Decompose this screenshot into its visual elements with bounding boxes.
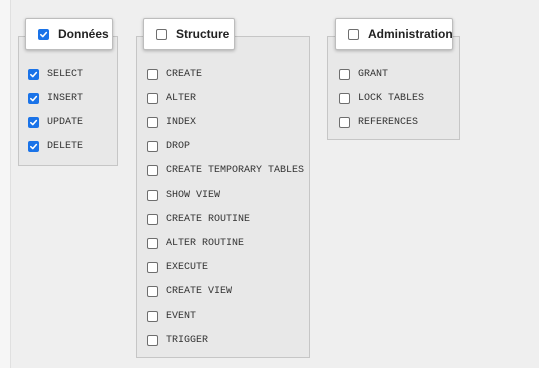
- privilege-item[interactable]: CREATE ROUTINE: [147, 212, 250, 226]
- privilege-item[interactable]: CREATE VIEW: [147, 285, 232, 299]
- privilege-label: LOCK TABLES: [358, 92, 425, 104]
- privilege-label: EXECUTE: [166, 262, 209, 274]
- privilege-item[interactable]: EVENT: [147, 309, 196, 323]
- checkmark-icon: [30, 119, 38, 126]
- privilege-label: SELECT: [47, 68, 84, 80]
- privilege-checkbox[interactable]: [147, 310, 158, 322]
- privilege-item[interactable]: UPDATE: [28, 115, 83, 129]
- privilege-checkbox[interactable]: [28, 68, 39, 80]
- privilege-item[interactable]: SELECT: [28, 67, 83, 81]
- privilege-checkbox[interactable]: [147, 92, 158, 104]
- privilege-checkbox[interactable]: [339, 68, 350, 80]
- privilege-checkbox[interactable]: [147, 68, 158, 80]
- privilege-label: EVENT: [166, 310, 197, 322]
- privilege-checkbox[interactable]: [147, 286, 158, 298]
- privilege-checkbox[interactable]: [147, 334, 158, 346]
- structure-group-checkbox[interactable]: [156, 28, 167, 40]
- privilege-checkbox[interactable]: [147, 165, 158, 177]
- privilege-item[interactable]: TRIGGER: [147, 333, 208, 347]
- checkmark-icon: [30, 71, 38, 77]
- privilege-label: CREATE VIEW: [166, 286, 233, 298]
- privilege-checkbox[interactable]: [28, 141, 39, 153]
- privilege-label: REFERENCES: [358, 116, 419, 128]
- privilege-label: ALTER ROUTINE: [166, 237, 245, 249]
- administration-group-checkbox[interactable]: [348, 28, 359, 40]
- checkmark-icon: [30, 95, 38, 102]
- privilege-label: GRANT: [358, 68, 389, 80]
- administration-group-label: Administration: [368, 27, 453, 41]
- privileges-area: Données SELECT INSERT UPDATE DELETE Structu…: [0, 0, 539, 368]
- privilege-checkbox[interactable]: [339, 92, 350, 104]
- checkmark-icon: [30, 143, 38, 150]
- privilege-checkbox[interactable]: [147, 141, 158, 153]
- privilege-checkbox[interactable]: [28, 92, 39, 104]
- donnees-group-header[interactable]: Données: [25, 18, 113, 50]
- privilege-checkbox[interactable]: [28, 116, 39, 128]
- privilege-label: ALTER: [166, 92, 197, 104]
- privilege-checkbox[interactable]: [147, 262, 158, 274]
- donnees-group-checkbox[interactable]: [38, 28, 49, 40]
- privilege-label: DROP: [166, 141, 191, 153]
- privilege-item[interactable]: DELETE: [28, 140, 83, 154]
- structure-group-label: Structure: [176, 27, 230, 41]
- privilege-label: CREATE TEMPORARY TABLES: [166, 165, 305, 177]
- privilege-item[interactable]: CREATE: [147, 67, 202, 81]
- donnees-group-label: Données: [58, 27, 109, 41]
- privilege-label: CREATE ROUTINE: [166, 213, 251, 225]
- privilege-item[interactable]: INSERT: [28, 91, 83, 105]
- structure-group-header[interactable]: Structure: [143, 18, 235, 50]
- privilege-label: INDEX: [166, 116, 197, 128]
- privilege-item[interactable]: REFERENCES: [339, 115, 418, 129]
- privilege-label: DELETE: [47, 141, 84, 153]
- privilege-item[interactable]: EXECUTE: [147, 261, 208, 275]
- privilege-item[interactable]: CREATE TEMPORARY TABLES: [147, 164, 304, 178]
- administration-group-header[interactable]: Administration: [335, 18, 453, 50]
- privilege-item[interactable]: ALTER: [147, 91, 196, 105]
- checkmark-icon: [40, 31, 48, 37]
- privilege-label: INSERT: [47, 92, 84, 104]
- privilege-checkbox[interactable]: [147, 237, 158, 249]
- privilege-item[interactable]: SHOW VIEW: [147, 188, 220, 202]
- privilege-item[interactable]: GRANT: [339, 67, 388, 81]
- privilege-checkbox[interactable]: [339, 116, 350, 128]
- privilege-item[interactable]: INDEX: [147, 115, 196, 129]
- privilege-checkbox[interactable]: [147, 189, 158, 201]
- privilege-item[interactable]: LOCK TABLES: [339, 91, 424, 105]
- privilege-label: TRIGGER: [166, 334, 209, 346]
- privilege-item[interactable]: ALTER ROUTINE: [147, 236, 244, 250]
- privilege-item[interactable]: DROP: [147, 140, 190, 154]
- privilege-label: UPDATE: [47, 116, 84, 128]
- privilege-checkbox[interactable]: [147, 213, 158, 225]
- privilege-checkbox[interactable]: [147, 116, 158, 128]
- privilege-label: CREATE: [166, 68, 203, 80]
- privilege-label: SHOW VIEW: [166, 189, 221, 201]
